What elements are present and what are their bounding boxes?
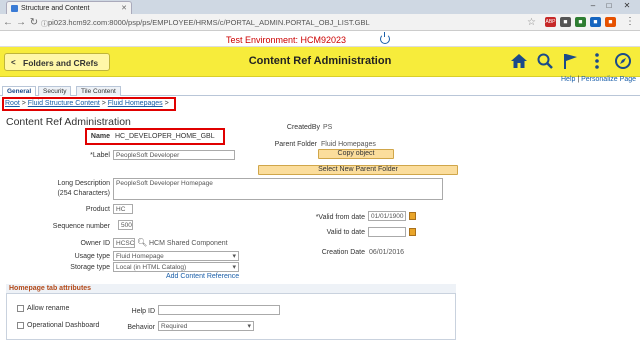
operational-dashboard-checkbox[interactable]	[17, 322, 24, 329]
valid-to-input[interactable]	[368, 227, 406, 237]
valid-from-label: *Valid from date	[315, 214, 365, 221]
page-title: Content Ref Administration	[248, 55, 392, 67]
usage-type-label: Usage type	[74, 253, 110, 260]
product-label: Product	[85, 206, 110, 213]
section-title: Content Ref Administration	[6, 116, 131, 128]
browser-tab-title: Structure and Content	[21, 5, 90, 12]
navbar-icon[interactable]	[614, 52, 632, 70]
forward-arrow-icon[interactable]: →	[15, 17, 27, 28]
extension-icon[interactable]: ◼	[605, 17, 616, 27]
behavior-label: Behavior	[127, 324, 155, 331]
homepage-attributes-header: Homepage tab attributes	[6, 284, 456, 294]
bookmark-star-icon[interactable]: ☆	[527, 17, 536, 28]
name-label: Name	[90, 133, 110, 140]
extension-icon[interactable]: ◼	[590, 17, 601, 27]
behavior-select[interactable]: Required	[158, 321, 254, 331]
tab-general[interactable]: General	[2, 86, 37, 96]
search-icon[interactable]: 🔍︎	[137, 238, 147, 247]
extension-icon[interactable]: ◼	[560, 17, 571, 27]
parent-folder-label: Parent Folder	[274, 141, 317, 148]
browser-menu-icon[interactable]: ⋮	[625, 16, 635, 27]
createdby-value: PS	[323, 124, 333, 131]
extension-icon[interactable]: ABP	[545, 17, 556, 27]
select-new-parent-folder-button[interactable]: Select New Parent Folder	[258, 165, 458, 175]
breadcrumb-root[interactable]: Root	[5, 100, 20, 107]
creation-date-label: Creation Date	[321, 249, 365, 256]
label-label: *Label	[90, 152, 110, 159]
maximize-icon[interactable]: □	[602, 1, 616, 12]
back-arrow-icon[interactable]: ←	[2, 17, 14, 28]
breadcrumb: Root > Fluid Structure Content > Fluid H…	[5, 100, 169, 107]
search-icon[interactable]	[536, 52, 554, 70]
sequence-number-input[interactable]: 500	[118, 220, 133, 230]
flag-icon[interactable]	[562, 52, 580, 70]
tab-tile-content[interactable]: Tile Content	[76, 86, 121, 96]
browser-tab[interactable]: Structure and Content ✕	[6, 1, 132, 14]
allow-rename-label: Allow rename	[27, 305, 70, 312]
close-tab-icon[interactable]: ✕	[121, 4, 127, 12]
creation-date-value: 06/01/2016	[369, 249, 405, 256]
valid-from-input[interactable]: 01/01/1900	[368, 211, 406, 221]
power-icon[interactable]	[380, 32, 390, 44]
calendar-icon[interactable]	[409, 212, 416, 220]
calendar-icon[interactable]	[409, 228, 416, 236]
allow-rename-checkbox[interactable]	[17, 305, 24, 312]
parent-folder-value: Fluid Homepages	[321, 141, 376, 148]
extension-icon[interactable]: ◼	[575, 17, 586, 27]
help-id-label: Help ID	[131, 308, 155, 315]
long-description-sub: (254 Characters)	[57, 190, 110, 197]
back-button-label: Folders and CRefs	[23, 58, 99, 68]
label-input[interactable]: PeopleSoft Developer	[113, 150, 235, 160]
breadcrumb-separator: >	[21, 100, 26, 107]
environment-text: Test Environment: HCM92023	[226, 35, 347, 45]
help-links: Help | Personalize Page	[561, 76, 636, 83]
product-input[interactable]: HC	[113, 204, 133, 214]
name-value: HC_DEVELOPER_HOME_GBL	[115, 133, 215, 140]
breadcrumb-separator: >	[164, 100, 169, 107]
minimize-icon[interactable]: –	[586, 1, 600, 12]
home-icon[interactable]	[510, 52, 528, 70]
owner-id-label: Owner ID	[80, 240, 110, 247]
breadcrumb-fluid-homepages[interactable]: Fluid Homepages	[108, 100, 163, 107]
breadcrumb-fluid-structure[interactable]: Fluid Structure Content	[28, 100, 100, 107]
breadcrumb-separator: >	[101, 100, 106, 107]
personalize-page-link[interactable]: Personalize Page	[581, 76, 636, 83]
storage-type-label: Storage type	[70, 264, 110, 271]
long-description-textarea[interactable]: PeopleSoft Developer Homepage	[113, 178, 443, 200]
back-button[interactable]: < Folders and CRefs	[4, 53, 110, 71]
storage-type-select[interactable]: Local (in HTML Catalog)	[113, 262, 239, 272]
help-link[interactable]: Help	[561, 76, 575, 83]
page-info-icon[interactable]: ⓘ	[41, 19, 48, 29]
owner-description: HCM Shared Component	[149, 240, 228, 247]
usage-type-select[interactable]: Fluid Homepage	[113, 251, 239, 261]
operational-dashboard-label: Operational Dashboard	[27, 322, 100, 329]
close-window-icon[interactable]: ✕	[620, 1, 634, 12]
tab-security[interactable]: Security	[38, 86, 72, 96]
chevron-left-icon: <	[11, 58, 16, 67]
more-icon[interactable]	[588, 52, 606, 70]
createdby-label: CreatedBy	[286, 124, 320, 131]
homepage-attributes-title: Homepage tab attributes	[9, 285, 92, 292]
owner-id-input[interactable]: HCSC	[113, 238, 135, 248]
url-field[interactable]: pi023.hcm92.com:8000/psp/ps/EMPLOYEE/HRM…	[48, 17, 508, 29]
page-favicon-icon	[11, 5, 18, 12]
valid-to-label: Valid to date	[326, 229, 365, 236]
help-id-input[interactable]	[158, 305, 280, 315]
long-description-label: Long Description	[57, 180, 110, 187]
sequence-number-label: Sequence number	[52, 223, 110, 230]
add-content-reference-link[interactable]: Add Content Reference	[166, 273, 239, 280]
environment-bar: Test Environment: HCM92023	[0, 31, 640, 47]
reload-icon[interactable]: ↻	[28, 17, 40, 28]
copy-object-button[interactable]: Copy object	[318, 149, 394, 159]
